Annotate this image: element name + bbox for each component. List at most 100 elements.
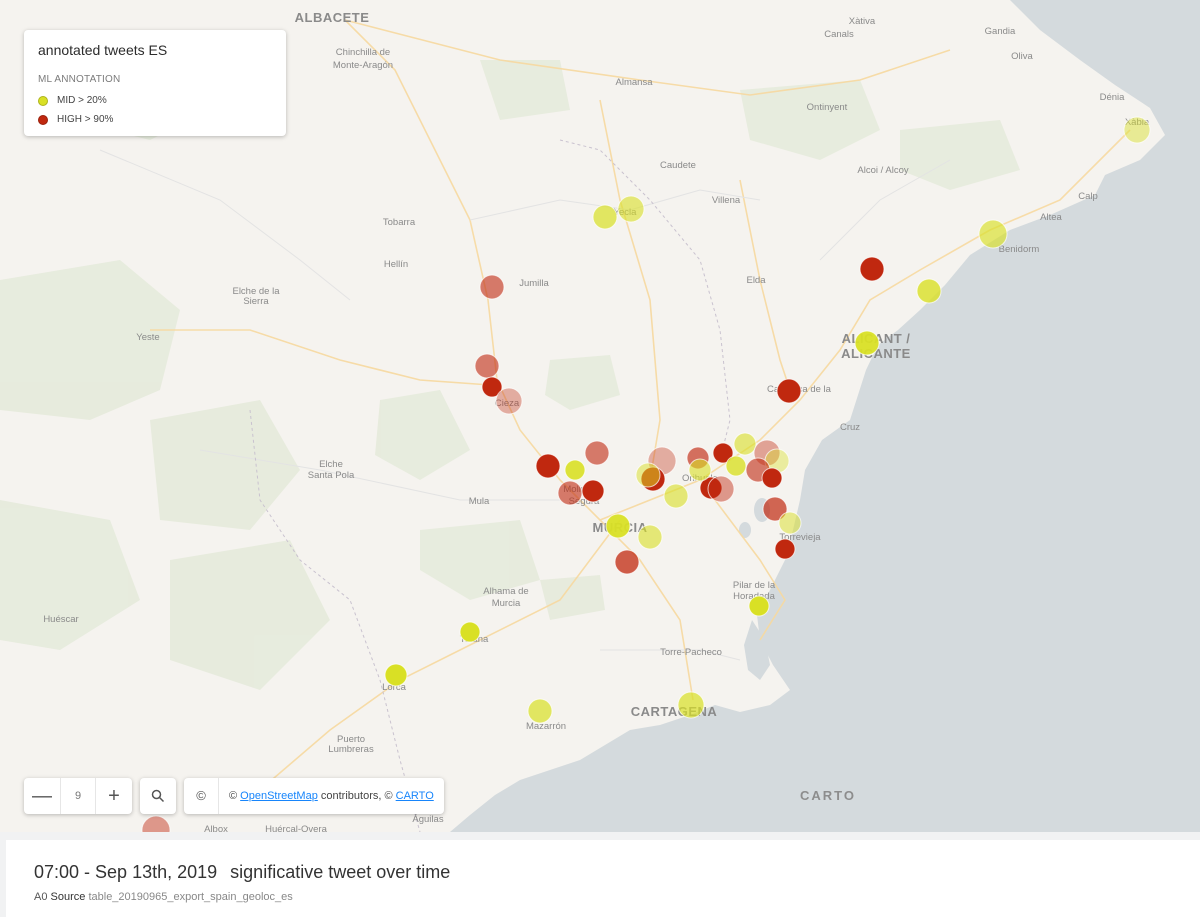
attribution: © © OpenStreetMap contributors, © CARTO <box>184 778 444 814</box>
footer-source: A0 Source table_20190965_export_spain_ge… <box>34 891 293 903</box>
osm-link[interactable]: OpenStreetMap <box>240 790 318 802</box>
place-label: Altea <box>1040 212 1062 223</box>
tweet-point-mid[interactable] <box>637 524 663 550</box>
tweet-point-mid[interactable] <box>459 621 481 643</box>
place-label: Torre-Pacheco <box>660 647 722 658</box>
tweet-point-mid[interactable] <box>1123 116 1151 144</box>
place-label: Calp <box>1078 191 1098 202</box>
place-label: Oliva <box>1011 51 1033 62</box>
carto-logo: CARTO <box>800 788 856 803</box>
place-label: Cruz <box>840 422 860 433</box>
place-label: Elche <box>319 459 343 470</box>
tweet-point-mid[interactable] <box>527 698 553 724</box>
tweet-point-high[interactable] <box>479 274 505 300</box>
high-dot-icon <box>38 114 48 125</box>
place-label: Pilar de la <box>733 580 776 591</box>
place-label: Sierra <box>243 296 269 307</box>
tweet-point-mid[interactable] <box>677 691 705 719</box>
zoom-out-button[interactable]: — <box>24 778 60 814</box>
place-label: Santa Pola <box>308 470 355 481</box>
magnifier-icon <box>151 789 165 803</box>
tweet-point-mid[interactable] <box>635 462 661 488</box>
tweet-point-high[interactable] <box>581 479 605 503</box>
place-label: Ontinyent <box>807 102 848 113</box>
place-label: Lumbreras <box>328 744 374 755</box>
tweet-point-high[interactable] <box>535 453 561 479</box>
place-label: Elda <box>746 275 766 286</box>
footer-title: 07:00 - Sep 13th, 2019 significative twe… <box>34 862 450 883</box>
place-label: Jumilla <box>519 278 549 289</box>
zoom-control: — 9 + <box>24 778 132 814</box>
legend-item-label: HIGH > 90% <box>57 114 114 125</box>
tweet-point-mid[interactable] <box>725 455 747 477</box>
tweet-point-mid[interactable] <box>663 483 689 509</box>
place-label: Gandia <box>985 26 1016 37</box>
legend-item-high: HIGH > 90% <box>38 110 272 129</box>
source-code: A0 <box>34 891 48 903</box>
zoom-in-button[interactable]: + <box>96 778 132 814</box>
tweet-point-high[interactable] <box>474 353 500 379</box>
tweet-point-high[interactable] <box>557 480 583 506</box>
tweet-point-high[interactable] <box>707 475 735 503</box>
legend-subtitle: ML ANNOTATION <box>38 74 121 85</box>
place-label: Mula <box>469 496 490 507</box>
attribution-prefix: © <box>229 790 238 802</box>
zoom-level: 9 <box>60 778 96 814</box>
place-label: Yeste <box>136 332 159 343</box>
tweet-point-mid[interactable] <box>688 458 712 482</box>
place-label: Albox <box>204 824 228 832</box>
legend-item-label: MID > 20% <box>57 95 107 106</box>
place-label: Benidorm <box>999 244 1040 255</box>
attribution-mid: contributors, © <box>320 790 393 802</box>
mid-dot-icon <box>38 95 48 106</box>
tweet-point-mid[interactable] <box>916 278 942 304</box>
search-button[interactable] <box>140 778 176 814</box>
map-controls: — 9 + © © OpenStreetMap contributors, © … <box>24 778 444 814</box>
carto-link[interactable]: CARTO <box>396 790 434 802</box>
tweet-point-mid[interactable] <box>748 595 770 617</box>
place-label: Alhama de <box>483 586 528 597</box>
place-label: Canals <box>824 29 854 40</box>
tweet-point-high[interactable] <box>584 440 610 466</box>
copyright-icon[interactable]: © <box>184 778 219 814</box>
tweet-point-high[interactable] <box>495 387 523 415</box>
place-label: Murcia <box>492 598 521 609</box>
place-label: Hellín <box>384 259 408 270</box>
place-label: Águilas <box>412 814 443 825</box>
tweet-point-mid[interactable] <box>617 195 645 223</box>
place-label: Alcoi / Alcoy <box>857 165 908 176</box>
tweet-point-mid[interactable] <box>854 330 880 356</box>
place-label: Monte-Aragón <box>333 60 393 71</box>
tweet-point-mid[interactable] <box>733 432 757 456</box>
source-label: Source <box>50 891 86 903</box>
legend-item-mid: MID > 20% <box>38 91 272 110</box>
tweet-point-mid[interactable] <box>978 219 1008 249</box>
time-stamp: 07:00 - Sep 13th, 2019 <box>34 862 218 882</box>
tweet-point-mid[interactable] <box>592 204 618 230</box>
footer-bar: 07:00 - Sep 13th, 2019 significative twe… <box>6 840 1200 917</box>
place-label: Huércal-Overa <box>265 824 327 832</box>
place-label: Mazarrón <box>526 721 566 732</box>
tweet-point-high[interactable] <box>774 538 796 560</box>
legend-title: annotated tweets ES <box>38 42 168 58</box>
place-label: Huéscar <box>43 614 78 625</box>
place-label: Villena <box>712 195 741 206</box>
tweet-point-mid[interactable] <box>384 663 408 687</box>
place-label: Tobarra <box>383 217 416 228</box>
tweet-point-high[interactable] <box>859 256 885 282</box>
tweet-point-high[interactable] <box>761 467 783 489</box>
place-label: ALBACETE <box>295 10 370 25</box>
place-label: Caudete <box>660 160 696 171</box>
tweet-point-mid[interactable] <box>778 511 802 535</box>
tweet-point-mid[interactable] <box>605 513 631 539</box>
place-label: Xàtiva <box>849 16 876 27</box>
place-label: Dénia <box>1100 92 1126 103</box>
place-label: Almansa <box>616 77 654 88</box>
place-label: Chinchilla de <box>336 47 390 58</box>
tweet-point-high[interactable] <box>614 549 640 575</box>
tweet-point-mid[interactable] <box>564 459 586 481</box>
tweet-point-high[interactable] <box>776 378 802 404</box>
footer-caption: significative tweet over time <box>230 862 451 882</box>
source-table: table_20190965_export_spain_geoloc_es <box>88 891 293 903</box>
map-legend: annotated tweets ES ML ANNOTATION MID > … <box>24 30 286 136</box>
